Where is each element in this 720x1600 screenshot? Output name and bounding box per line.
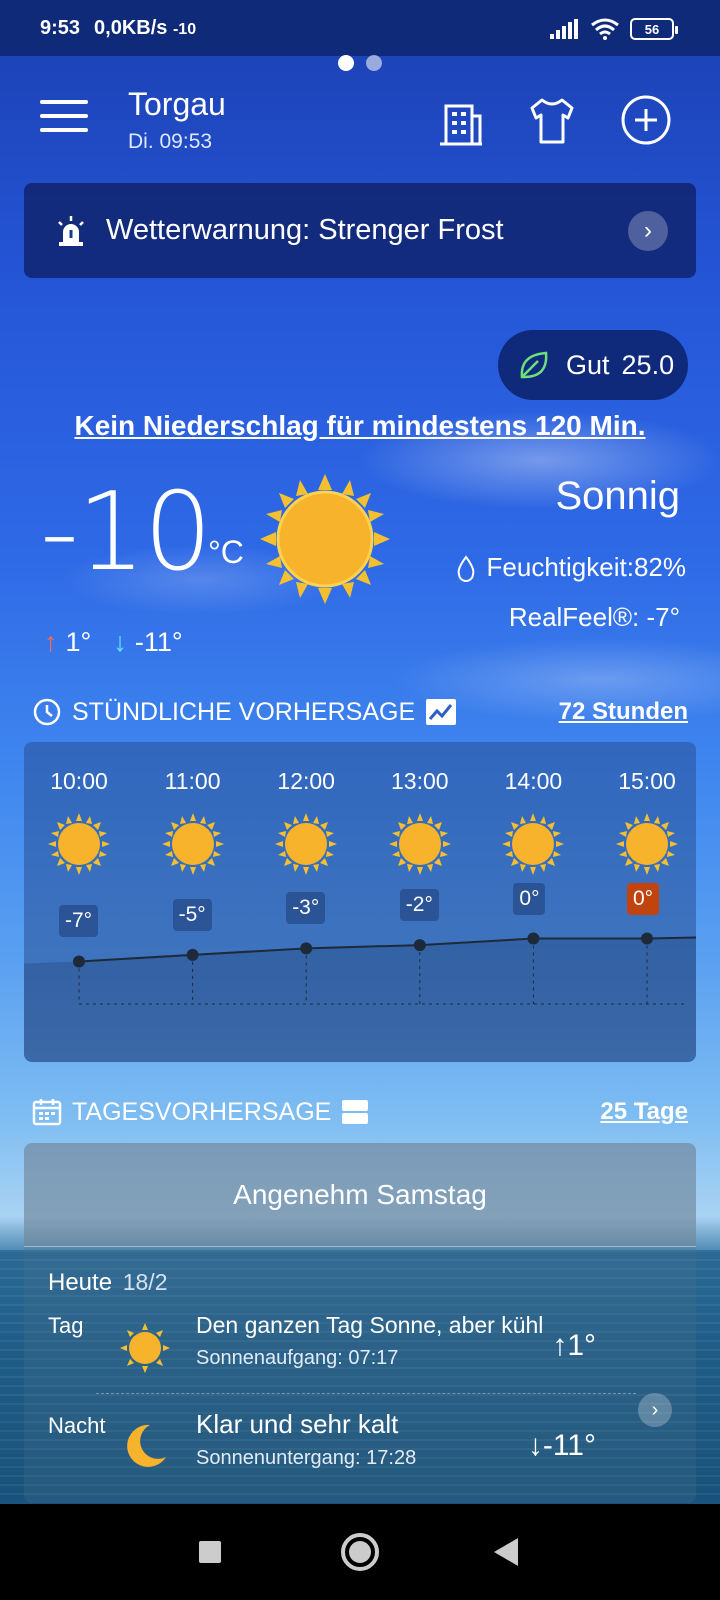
signal-icon xyxy=(550,19,578,39)
status-icons: 56 xyxy=(550,18,678,40)
hamburger-icon xyxy=(40,100,88,104)
recents-square-icon[interactable] xyxy=(162,1504,258,1600)
leaf-icon xyxy=(520,351,548,379)
hour-temp-label: -3° xyxy=(286,892,326,925)
chevron-right-icon[interactable]: › xyxy=(638,1393,672,1427)
hourly-72h-link[interactable]: 72 Stunden xyxy=(559,698,688,726)
daily-banner: Angenehm Samstag xyxy=(24,1143,696,1247)
daily-25-days-link[interactable]: 25 Tage xyxy=(600,1098,688,1126)
hour-temp-label: 0° xyxy=(513,882,546,915)
app-header: Torgau Di. 09:53 xyxy=(0,80,720,160)
temperature-area xyxy=(24,937,696,1062)
status-temperature: -10 xyxy=(172,20,197,38)
today-date: 18/2 xyxy=(122,1269,168,1295)
plus-circle-icon[interactable] xyxy=(618,92,674,148)
chart-icon[interactable] xyxy=(425,698,457,726)
temperature-point xyxy=(413,939,426,952)
city-name[interactable]: Torgau xyxy=(128,86,226,123)
sunrise: Sonnenaufgang: 07:17 xyxy=(196,1347,399,1369)
air-quality-badge[interactable]: Gut 25.0 xyxy=(498,330,688,400)
arrow-up-icon: ↑ xyxy=(44,627,58,657)
sunset: Sonnenuntergang: 17:28 xyxy=(196,1447,417,1469)
calendar-icon xyxy=(32,1099,62,1126)
today-header: Heute 18/2 xyxy=(48,1269,167,1297)
warning-text: Wetterwarnung: Strenger Frost xyxy=(106,214,504,246)
back-triangle-icon[interactable] xyxy=(458,1504,554,1600)
day-description: Den ganzen Tag Sonne, aber kühl xyxy=(196,1312,544,1338)
aqi-value: 25.0 xyxy=(621,349,675,380)
page-indicator xyxy=(0,55,720,71)
city-time: Di. 09:53 xyxy=(128,130,213,153)
page-dot[interactable] xyxy=(366,55,382,71)
high-low: ↑ 1° ↓ -11° xyxy=(44,627,183,658)
night-low-temp: ↓-11° xyxy=(527,1429,596,1462)
hour-temp-label: -5° xyxy=(172,898,212,931)
menu-button[interactable] xyxy=(40,100,88,136)
building-icon[interactable] xyxy=(432,92,488,148)
temperature-unit: °C xyxy=(208,534,244,570)
temperature-point xyxy=(300,942,313,955)
humidity-drop-icon xyxy=(457,554,474,582)
clock-icon xyxy=(33,698,61,726)
siren-icon xyxy=(58,215,84,246)
daily-forecast[interactable]: Angenehm Samstag Heute 18/2 Tag Den ganz… xyxy=(24,1143,696,1503)
divider xyxy=(96,1393,636,1394)
wifi-icon xyxy=(591,18,619,40)
status-network-speed: 0,0KB/s -10 xyxy=(94,16,197,39)
night-label: Nacht xyxy=(48,1413,106,1438)
moon-icon xyxy=(127,1424,166,1467)
status-time: 9:53 xyxy=(40,16,81,39)
night-description: Klar und sehr kalt xyxy=(196,1409,399,1439)
humidity: Feuchtigkeit:82% xyxy=(455,552,686,583)
current-temperature: -10 xyxy=(40,470,212,595)
sun-icon xyxy=(260,474,390,604)
shirt-icon[interactable] xyxy=(524,92,580,148)
hourly-forecast[interactable]: 10:00 11:00 12:00 13:00 14:00 15:00 -7° -5° -3°… xyxy=(24,742,696,1062)
temperature-point xyxy=(527,932,540,945)
warning-chevron-icon[interactable]: › xyxy=(628,211,668,251)
precipitation-forecast[interactable]: Kein Niederschlag für mindestens 120 Min… xyxy=(0,410,720,442)
aqi-label: Gut xyxy=(566,349,610,380)
today-label: Heute xyxy=(48,1269,113,1296)
day-label: Tag xyxy=(48,1313,84,1338)
hourly-temperature-chart xyxy=(24,932,696,1062)
day-high-temp: ↑1° xyxy=(552,1329,596,1362)
battery-icon: 56 xyxy=(630,18,678,40)
hourly-title: STÜNDLICHE VORHERSAGE xyxy=(72,697,416,726)
arrow-down-icon: ↓ xyxy=(113,627,127,657)
hour-temp-label: -2° xyxy=(399,889,439,922)
weather-warning[interactable]: Wetterwarnung: Strenger Frost › xyxy=(24,183,696,278)
high-temp: 1° xyxy=(65,627,92,657)
page-dot-active[interactable] xyxy=(338,55,354,71)
sun-icon xyxy=(120,1323,170,1373)
weather-condition: Sonnig xyxy=(555,474,680,518)
hourly-header: STÜNDLICHE VORHERSAGE 72 Stunden xyxy=(32,692,688,732)
temperature-point xyxy=(186,948,199,961)
daily-header: TAGESVORHERSAGE 25 Tage xyxy=(32,1092,688,1132)
realfeel: RealFeel®: -7° xyxy=(508,602,680,632)
system-navigation-bar xyxy=(0,1504,720,1600)
low-temp: -11° xyxy=(134,627,183,657)
home-circle-icon[interactable] xyxy=(312,1504,408,1600)
hour-temp-label: -7° xyxy=(59,905,99,938)
hour-temp-label: 0° xyxy=(627,882,660,915)
temperature-point xyxy=(641,932,653,945)
temperature-point xyxy=(73,955,85,968)
list-icon[interactable] xyxy=(341,1098,369,1126)
daily-title: TAGESVORHERSAGE xyxy=(72,1097,332,1126)
status-bar: 9:53 0,0KB/s -10 56 xyxy=(0,0,720,56)
